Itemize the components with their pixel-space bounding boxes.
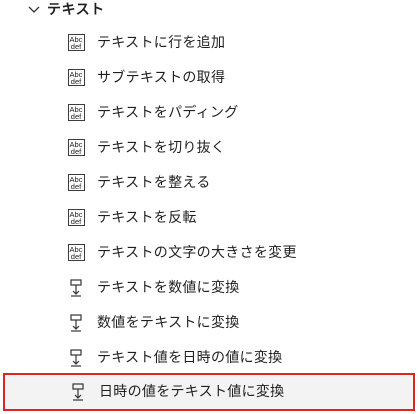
list-item-label: 数値をテキストに変換 bbox=[97, 314, 240, 331]
list-item-label: テキストを数値に変換 bbox=[97, 279, 240, 296]
list-item-label: テキストを反転 bbox=[97, 209, 197, 226]
list-item[interactable]: Abc def テキストを反転 bbox=[0, 200, 418, 235]
group-title: テキスト bbox=[47, 2, 105, 18]
abc-def-text-icon: Abc def bbox=[66, 173, 86, 193]
convert-icon bbox=[66, 348, 86, 368]
abc-def-text-icon: Abc def bbox=[66, 208, 86, 228]
list-item-label: 日時の値をテキスト値に変換 bbox=[99, 384, 285, 400]
abc-def-text-icon: Abc def bbox=[66, 103, 86, 123]
list-item[interactable]: テキストを数値に変換 bbox=[0, 270, 418, 305]
list-item-label: テキストをパディング bbox=[97, 104, 239, 121]
list-item[interactable]: Abc def テキストに行を追加 bbox=[0, 25, 418, 60]
abc-def-text-icon: Abc def bbox=[66, 243, 86, 263]
list-item-selected[interactable]: 日時の値をテキスト値に変換 bbox=[3, 373, 415, 411]
list-item[interactable]: Abc def テキストを切り抜く bbox=[0, 130, 418, 165]
list-item-label: テキストの文字の大きさを変更 bbox=[97, 244, 297, 261]
chevron-down-icon[interactable] bbox=[24, 0, 44, 20]
list-item[interactable]: テキスト値を日時の値に変換 bbox=[0, 340, 418, 375]
convert-icon bbox=[66, 313, 86, 333]
abc-def-text-icon: Abc def bbox=[66, 138, 86, 158]
abc-def-text-icon: Abc def bbox=[66, 33, 86, 53]
abc-def-text-icon: Abc def bbox=[66, 68, 86, 88]
list-item[interactable]: Abc def テキストの文字の大きさを変更 bbox=[0, 235, 418, 270]
list-item-label: テキストに行を追加 bbox=[97, 34, 226, 51]
list-item[interactable]: 数値をテキストに変換 bbox=[0, 305, 418, 340]
list-item[interactable]: Abc def テキストを整える bbox=[0, 165, 418, 200]
group-header-text[interactable]: テキスト bbox=[0, 0, 418, 22]
list-item-label: テキスト値を日時の値に変換 bbox=[97, 349, 283, 366]
list-item[interactable]: Abc def サブテキストの取得 bbox=[0, 60, 418, 95]
convert-icon bbox=[66, 278, 86, 298]
list-item[interactable]: Abc def テキストをパディング bbox=[0, 95, 418, 130]
list-item-label: サブテキストの取得 bbox=[97, 69, 226, 86]
list-item-label: テキストを整える bbox=[97, 174, 211, 191]
list-item-label: テキストを切り抜く bbox=[97, 139, 226, 156]
convert-icon bbox=[68, 382, 88, 402]
